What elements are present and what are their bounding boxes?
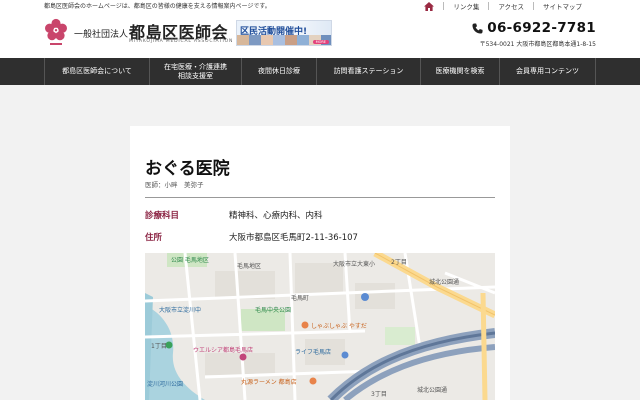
nav-item-about[interactable]: 都島区医師会について: [45, 58, 150, 85]
office-address: 〒534-0021 大阪市都島区都島本通1-8-15: [479, 41, 596, 48]
departments-label: 診療科目: [145, 211, 180, 221]
nav-item-clinic-search[interactable]: 医療機関を検索: [421, 58, 500, 85]
map-label: 丸源ラーメン 都島店: [241, 379, 297, 386]
main-navigation: 都島区医師会について 在宅医療・介護連携 相談支援室 夜間休日診療 訪問看護ステ…: [0, 58, 640, 85]
map-label: 毛馬地区: [237, 263, 262, 270]
clinic-name: おぐる医院: [145, 159, 230, 179]
separator: [443, 2, 445, 10]
home-icon[interactable]: [424, 1, 435, 11]
cherry-blossom-logo-icon[interactable]: [44, 18, 68, 48]
map-label: 城北公園通: [417, 387, 448, 394]
map-label: 毛馬中央公園: [255, 307, 292, 314]
separator: [488, 2, 490, 10]
banner-more-button[interactable]: MORE: [312, 40, 329, 44]
map-label: 2丁目: [391, 259, 407, 266]
map-label: しゃぶしゃぶ やすだ: [311, 323, 367, 330]
map-label: 毛馬町: [291, 295, 310, 302]
map-label: 3丁目: [371, 391, 387, 398]
map-label: 公園 毛馬地区: [171, 257, 209, 264]
nav-item-night-holiday-clinic[interactable]: 夜間休日診療: [242, 58, 317, 85]
divider: [145, 197, 495, 198]
org-prefix: 一般社団法人: [74, 30, 129, 40]
site-header: 一般社団法人 都島区医師会 MIYAKOJIMA MEDICAL ASSOCIA…: [0, 12, 640, 58]
site-intro-text: 都島区医師会のホームページは、都島区の皆様の健康を支える情報案内ページです。: [44, 3, 271, 10]
phone-icon: [472, 22, 483, 34]
phone-number[interactable]: 06-6922-7781: [487, 20, 596, 36]
phone-contact: 06-6922-7781: [472, 20, 596, 36]
separator: [533, 2, 534, 10]
sitemap-link[interactable]: サイトマップ: [543, 1, 582, 11]
community-activity-banner[interactable]: 区民活動開催中! MORE: [236, 20, 332, 46]
map-label: ライフ毛馬店: [295, 349, 332, 356]
map-label: 城北公園通: [429, 279, 460, 286]
map-label: 淀川河川公園: [147, 381, 184, 388]
map-label: 1丁目: [151, 343, 167, 350]
map-label: ウエルシア都島毛馬店: [193, 347, 254, 354]
clinic-location-map[interactable]: 公園 毛馬地区 大阪市立大東小 2丁目 城北公園通 毛馬町 大阪市立淀川中 毛馬…: [145, 253, 495, 400]
access-link[interactable]: アクセス: [498, 1, 524, 11]
map-label: 大阪市立淀川中: [159, 307, 202, 314]
org-name-en: MIYAKOJIMA MEDICAL ASSOCIATION: [129, 39, 234, 44]
utility-links: リンク集 アクセス サイトマップ: [424, 1, 582, 11]
clinic-detail-card: おぐる医院 医師：小畔 美弥子 診療科目 精神科、心療内科、内科 住所 大阪市都…: [130, 126, 510, 400]
top-bar: 都島区医師会のホームページは、都島区の皆様の健康を支える情報案内ページです。 リ…: [0, 0, 640, 12]
departments-value: 精神科、心療内科、内科: [229, 211, 323, 221]
address-value: 大阪市都島区毛馬町2-11-36-107: [229, 233, 358, 243]
nav-item-visiting-nursing[interactable]: 訪問看護ステーション: [317, 58, 421, 85]
map-label: 大阪市立大東小: [333, 261, 376, 268]
nav-item-home-care-support[interactable]: 在宅医療・介護連携 相談支援室: [150, 58, 242, 85]
nav-item-members-only[interactable]: 会員専用コンテンツ: [500, 58, 596, 85]
link-list-link[interactable]: リンク集: [453, 1, 479, 11]
doctor-name: 医師：小畔 美弥子: [145, 181, 204, 189]
address-label: 住所: [145, 233, 163, 243]
